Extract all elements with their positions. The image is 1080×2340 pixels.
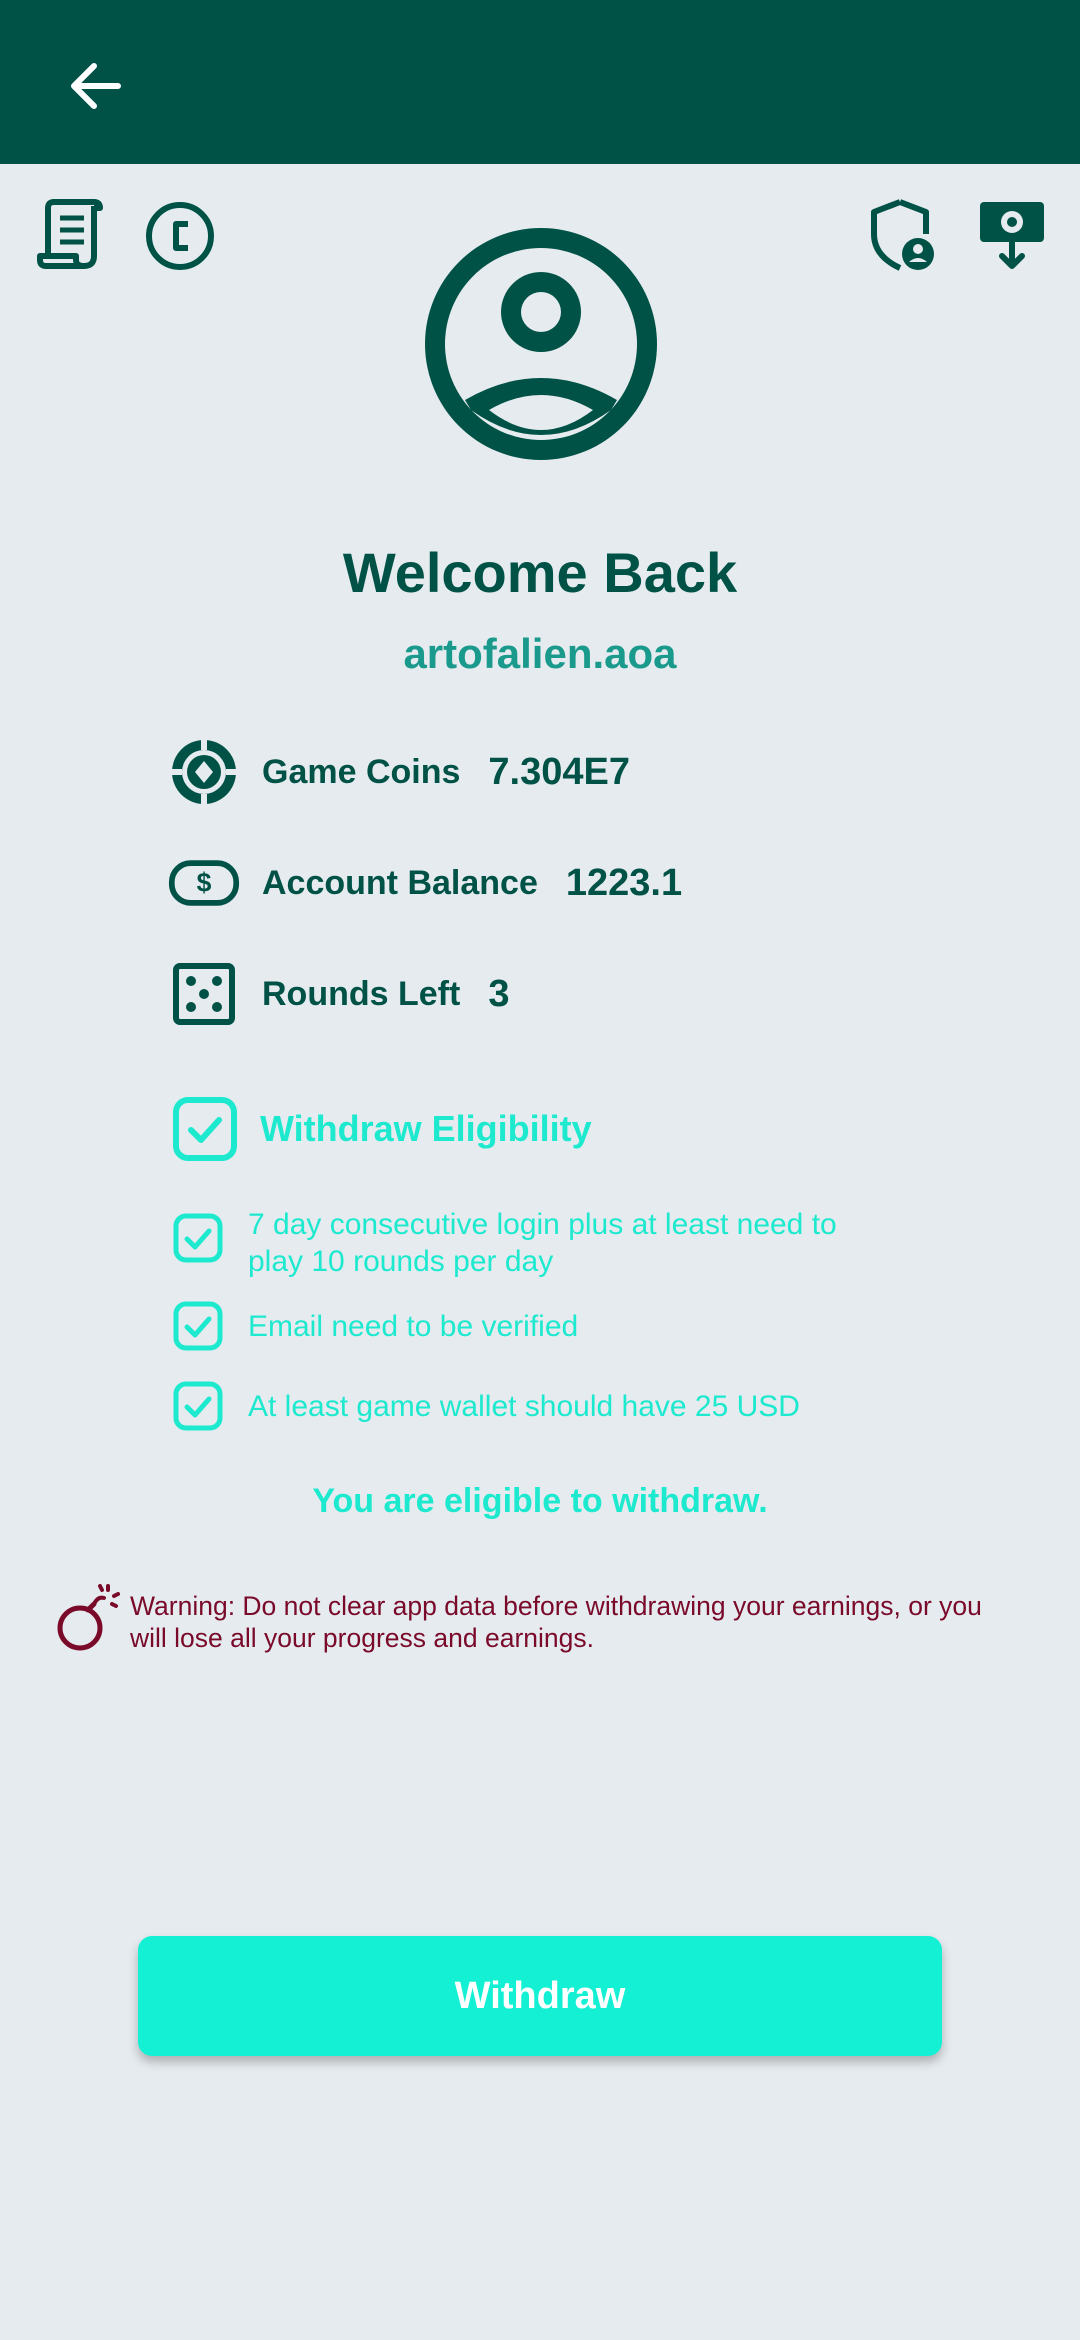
withdraw-button[interactable]: Withdraw (138, 1936, 942, 2056)
stat-account-balance: $ Account Balance 1223.1 (168, 843, 682, 923)
cash-download-icon (980, 202, 1044, 269)
eligibility-title: Withdraw Eligibility (260, 1108, 592, 1149)
cash-icon: $ (168, 847, 240, 919)
requirement-item: 7 day consecutive login plus at least ne… (172, 1206, 898, 1280)
coin-icon (146, 202, 214, 270)
welcome-title: Welcome Back (342, 541, 738, 604)
check-box-icon (173, 1213, 223, 1263)
warning-notice: Warning: Do not clear app data before wi… (54, 1584, 1010, 1654)
requirement-item: Email need to be verified (172, 1300, 578, 1352)
app-bar (0, 0, 1080, 164)
warning-text: Warning: Do not clear app data before wi… (130, 1591, 982, 1653)
eligibility-status: You are eligible to withdraw. (312, 1482, 768, 1520)
stat-rounds-left: Rounds Left 3 (168, 954, 509, 1034)
cash-out-button[interactable] (976, 196, 1048, 277)
dice-icon (168, 958, 240, 1030)
back-button[interactable] (60, 50, 132, 122)
stat-value: 3 (488, 972, 510, 1015)
requirement-text: Email need to be verified (248, 1310, 579, 1343)
eligibility-header: Withdraw Eligibility (172, 1096, 592, 1162)
check-box-icon (173, 1097, 237, 1161)
svg-text:$: $ (197, 868, 212, 898)
coins-button[interactable] (144, 200, 216, 277)
stat-label: Game Coins (262, 752, 461, 791)
check-box-icon (173, 1381, 223, 1431)
stat-value: 1223.1 (565, 861, 683, 904)
requirement-item: At least game wallet should have 25 USD (172, 1380, 800, 1432)
avatar (425, 228, 657, 460)
username: artofalien.aoa (403, 630, 677, 677)
account-circle-icon (425, 228, 657, 460)
stat-label: Account Balance (262, 863, 538, 902)
requirement-text: 7 day consecutive login plus at least ne… (248, 1208, 837, 1278)
shield-user-icon (871, 199, 934, 271)
requirement-text: At least game wallet should have 25 USD (248, 1390, 800, 1423)
stat-label: Rounds Left (262, 974, 461, 1013)
privacy-button[interactable] (868, 198, 938, 277)
stat-value: 7.304E7 (488, 750, 630, 793)
poker-chip-icon (168, 736, 240, 808)
transactions-button[interactable] (36, 196, 106, 277)
check-box-icon (173, 1301, 223, 1351)
arrow-left-icon (71, 63, 121, 109)
bomb-icon (57, 1584, 120, 1651)
receipt-icon (37, 199, 103, 269)
stat-game-coins: Game Coins 7.304E7 (168, 732, 630, 812)
